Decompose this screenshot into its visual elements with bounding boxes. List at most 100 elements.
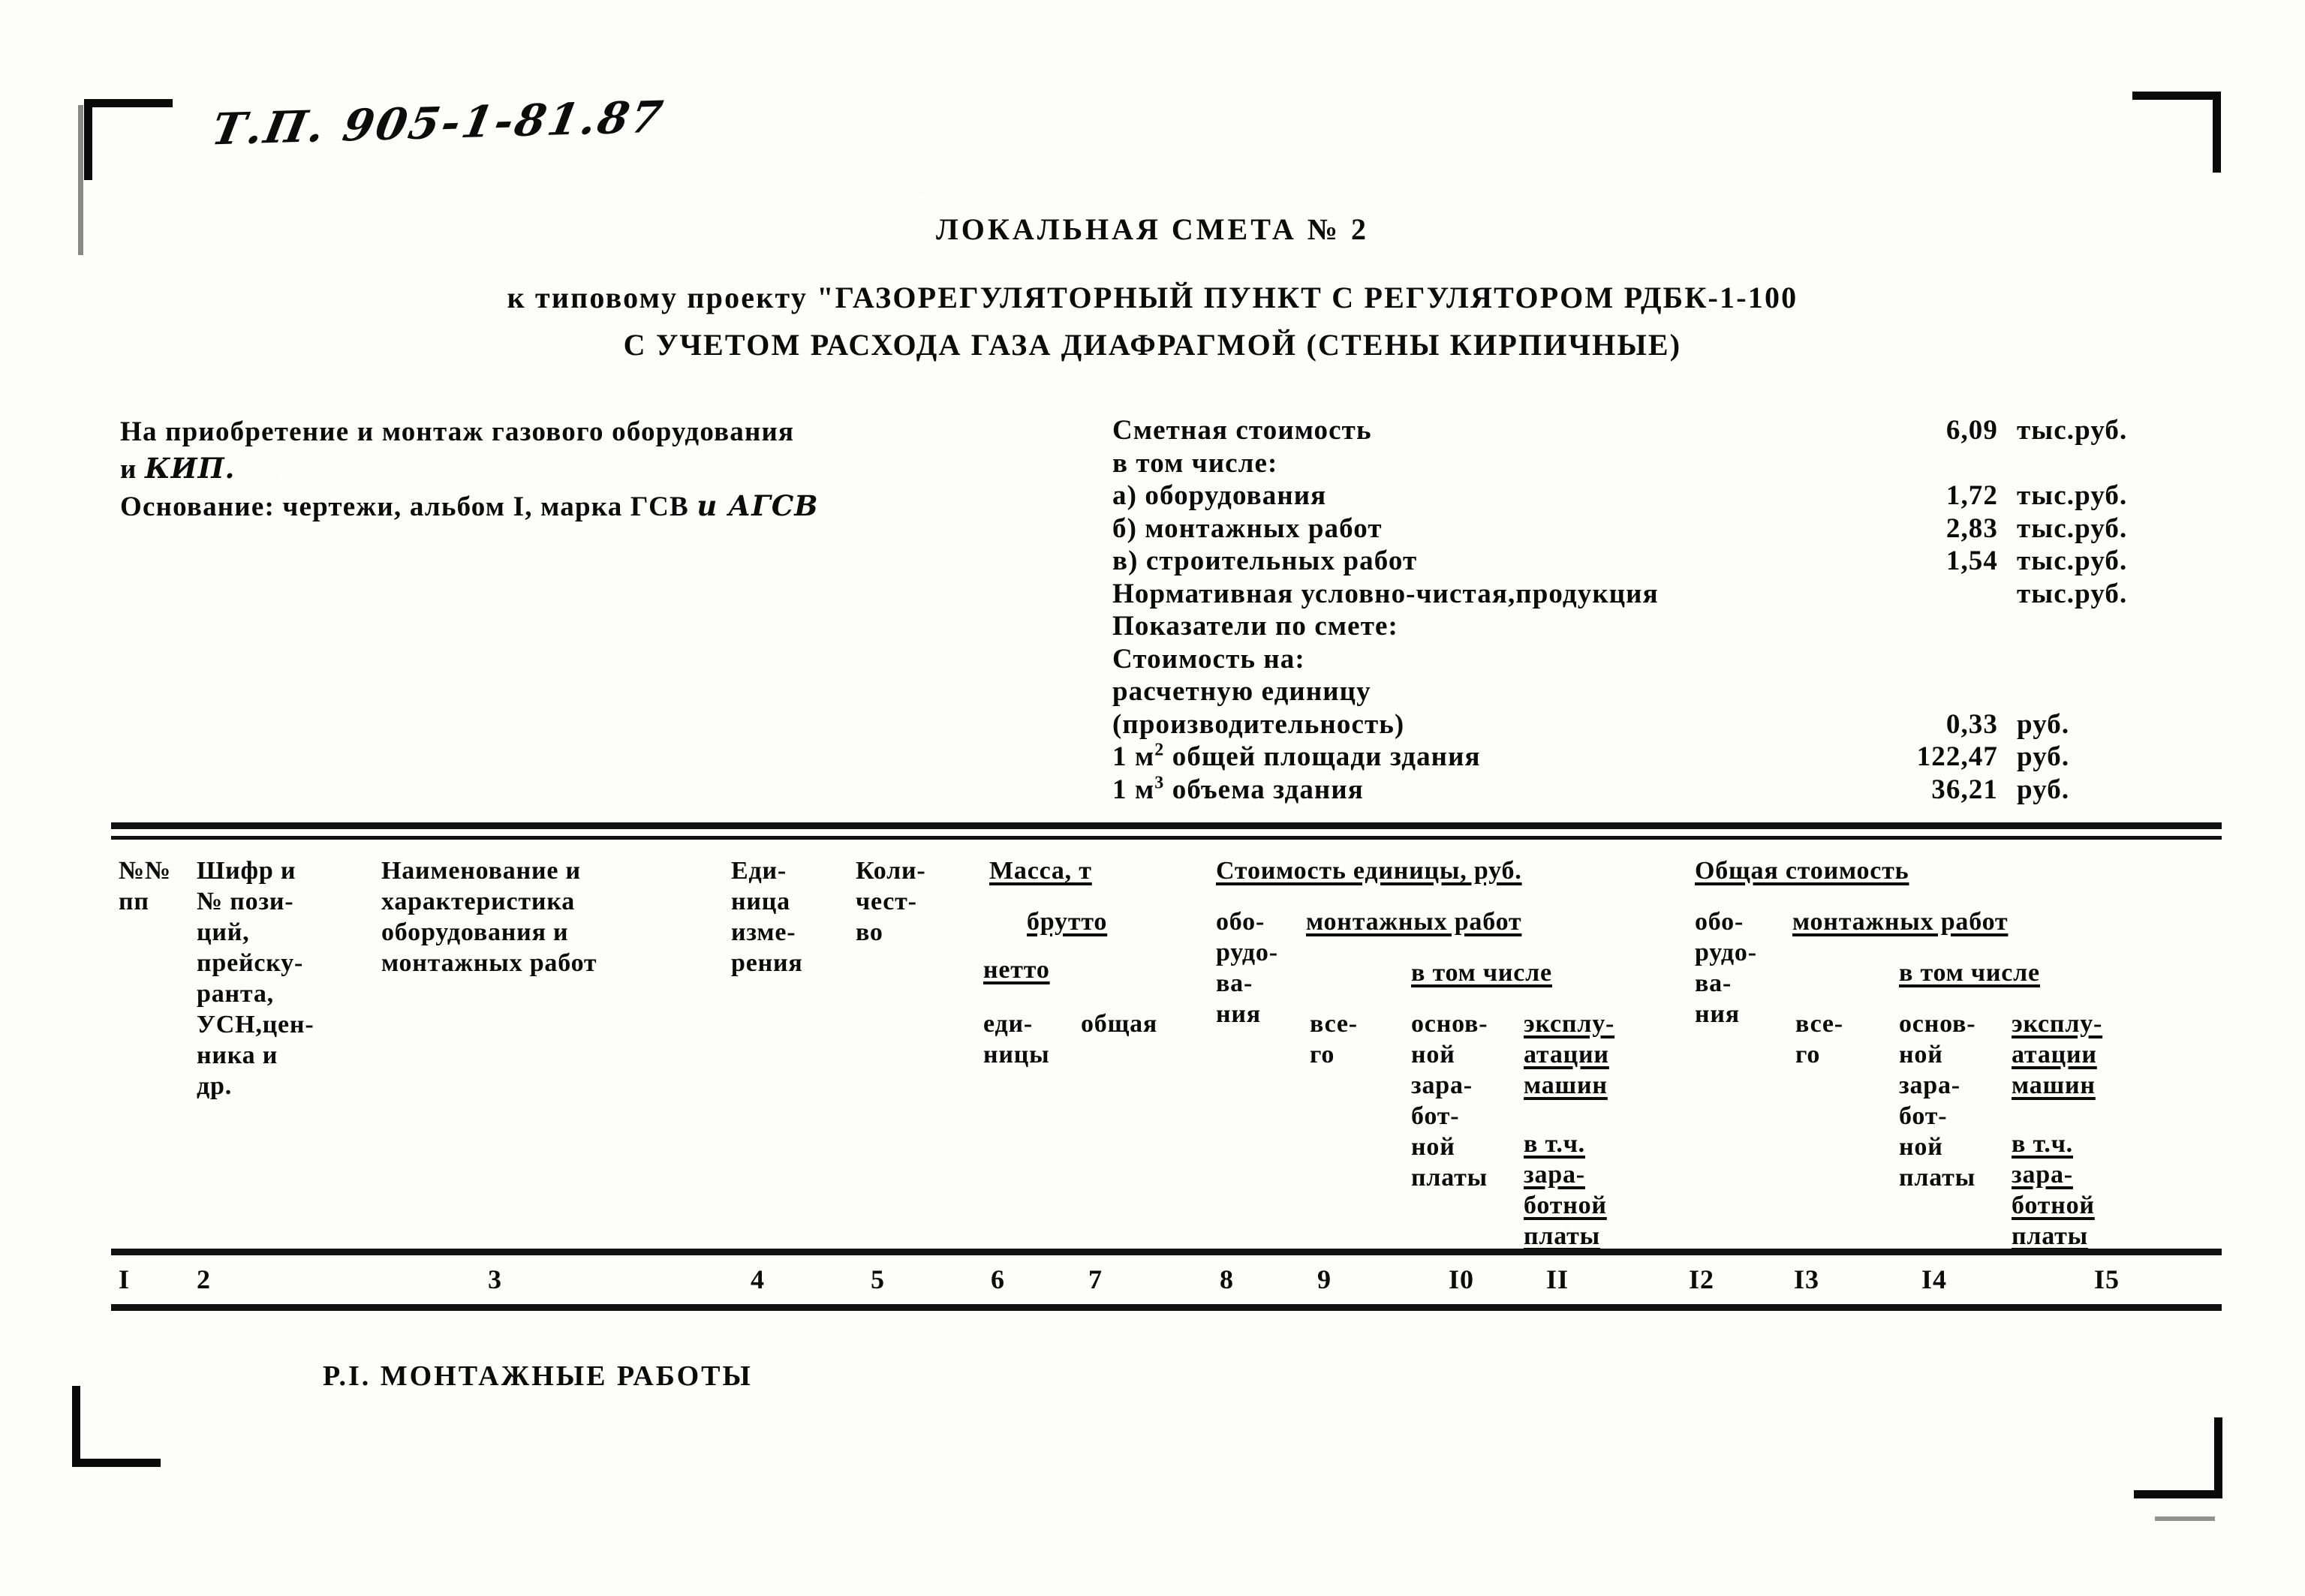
summary-row-unit: руб.: [2017, 774, 2070, 805]
summary-row-value: 36,21: [1931, 774, 1998, 805]
purpose-line-2-insert: КИП.: [144, 452, 236, 485]
th-description: Наименование и характеристика оборудован…: [381, 857, 597, 977]
th-unit-cost-including-group: в том числе: [1411, 959, 1552, 987]
table-header-row: №№ пп Шифр и № пози- ций, прейску- ранта…: [0, 842, 2305, 1250]
th-total-cost-including-group: в том числе: [1899, 959, 2040, 987]
document-title-block: ЛОКАЛЬНАЯ СМЕТА № 2 к типовому проекту "…: [0, 212, 2305, 362]
column-number: 4: [751, 1264, 765, 1294]
purpose-line-2-prefix: и: [120, 454, 145, 485]
summary-row-unit: тыс.руб.: [2017, 415, 2128, 446]
column-number: 2: [197, 1264, 211, 1294]
summary-row-label: а) оборудования: [1112, 480, 1327, 511]
purpose-line-2: и КИП.: [120, 450, 819, 488]
summary-row: Нормативная условно-чистая,продукция тыс.…: [1112, 578, 2223, 611]
th-total-cost-install-group: монтажных работ: [1792, 908, 2009, 936]
summary-row-label: расчетную единицу: [1112, 676, 1371, 707]
column-number: 7: [1088, 1264, 1103, 1294]
purpose-line-1: На приобретение и монтаж газового оборуд…: [120, 416, 795, 447]
column-number: II: [1546, 1264, 1569, 1294]
table-top-rule-inner: [111, 836, 2222, 840]
summary-row-value: 2,83: [1945, 512, 1998, 544]
column-number: 8: [1220, 1264, 1234, 1294]
summary-row-label: Показатели по смете:: [1112, 611, 1398, 642]
column-number: I5: [2094, 1264, 2120, 1294]
table-header-bottom-rule: [111, 1249, 2222, 1255]
column-number: I4: [1921, 1264, 1948, 1294]
th-total-cost-group: Общая стоимость: [1695, 857, 1909, 885]
page-title: ЛОКАЛЬНАЯ СМЕТА № 2: [935, 212, 1370, 246]
summary-row-value: 1,72: [1945, 480, 1998, 511]
th-number: №№ пп: [119, 857, 171, 915]
th-unit-cost-equipment: обо- рудо- ва- ния: [1216, 908, 1278, 1028]
column-number: 6: [991, 1264, 1005, 1294]
column-number: 9: [1317, 1264, 1332, 1294]
th-mass-per-unit: еди- ницы: [983, 1010, 1050, 1069]
th-quantity: Коли- чест- во: [856, 857, 926, 946]
purpose-block: На приобретение и монтаж газового оборуд…: [120, 414, 819, 525]
th-total-cost-machine-wage: в т.ч. зара- ботной платы: [2012, 1130, 2095, 1250]
th-unit-cost-group: Стоимость единицы, руб.: [1216, 857, 1522, 885]
document-subtitle-1: к типовому проекту "ГАЗОРЕГУЛЯТОРНЫЙ ПУН…: [507, 281, 1798, 314]
summary-row-unit: тыс.руб.: [2017, 512, 2128, 544]
basis-line: Основание: чертежи, альбом I, марка ГСВ …: [120, 488, 819, 525]
summary-row-unit: руб.: [2017, 741, 2070, 772]
summary-row: б) монтажных работ 2,83 тыс.руб.: [1112, 512, 2223, 546]
section-heading: Р.I. МОНТАЖНЫЕ РАБОТЫ: [323, 1360, 753, 1392]
column-number: I0: [1449, 1264, 1475, 1294]
th-total-cost-install-total: все- го: [1795, 1010, 1843, 1069]
summary-row: Стоимость на:: [1112, 643, 2223, 676]
column-number: 3: [488, 1264, 502, 1294]
summary-row: Сметная стоимость 6,09 тыс.руб.: [1112, 414, 2223, 447]
summary-row-unit: тыс.руб.: [2017, 546, 2128, 576]
summary-row: расчетную единицу: [1112, 675, 2223, 708]
summary-row-label: в) строительных работ: [1112, 546, 1418, 576]
summary-row-label: 1 м2 общей площади здания: [1112, 740, 1481, 772]
summary-row: в том числе:: [1112, 447, 2223, 480]
column-number: I2: [1689, 1264, 1715, 1294]
th-unit-cost-install-total: все- го: [1310, 1010, 1358, 1069]
summary-row: а) оборудования 1,72 тыс.руб.: [1112, 479, 2223, 512]
th-unit-cost-basic-wage: основ- ной зара- бот- ной платы: [1411, 1010, 1488, 1192]
th-total-cost-equipment: обо- рудо- ва- ния: [1695, 908, 1757, 1028]
th-unit: Еди- ница изме- рения: [731, 857, 803, 977]
th-unit-cost-machine-wage: в т.ч. зара- ботной платы: [1524, 1130, 1607, 1250]
scanned-document-page: Т.П. 905-1-81.87 ЛОКАЛЬНАЯ СМЕТА № 2 к т…: [0, 0, 2305, 1596]
summary-row-label: Стоимость на:: [1112, 643, 1305, 675]
summary-row: 1 м3 объема здания 36,21 руб.: [1112, 774, 2223, 807]
summary-row-unit: тыс.руб.: [2017, 578, 2128, 609]
th-unit-cost-machine-op: эксплу- атации машин: [1524, 1010, 1615, 1099]
handwritten-project-code: Т.П. 905-1-81.87: [208, 91, 669, 155]
th-total-cost-machine-op: эксплу- атации машин: [2012, 1010, 2103, 1099]
th-unit-cost-install-group: монтажных работ: [1306, 908, 1522, 936]
summary-row-unit: тыс.руб.: [2017, 480, 2128, 511]
summary-row-label: в том числе:: [1112, 447, 1278, 479]
summary-row-value: 6,09: [1945, 415, 1998, 446]
summary-row-label: Нормативная условно-чистая,продукция: [1112, 578, 1659, 609]
scan-smudge-bottom-right: [2155, 1516, 2215, 1521]
summary-row: (производительность) 0,33 руб.: [1112, 708, 2223, 741]
th-mass-brutto: брутто: [1027, 908, 1108, 936]
summary-row: в) строительных работ 1,54 тыс.руб.: [1112, 545, 2223, 578]
summary-row-label: Сметная стоимость: [1112, 415, 1372, 446]
column-number: I: [119, 1264, 131, 1294]
th-mass-netto: нетто: [983, 956, 1050, 984]
summary-row-label: 1 м3 объема здания: [1112, 773, 1364, 805]
column-number: 5: [871, 1264, 885, 1294]
summary-row: 1 м2 общей площади здания 122,47 руб.: [1112, 741, 2223, 774]
table-colnum-bottom-rule: [111, 1304, 2222, 1311]
summary-row-value: 122,47: [1916, 741, 1998, 772]
column-number: I3: [1794, 1264, 1820, 1294]
summary-row: Показатели по смете:: [1112, 610, 2223, 643]
th-code: Шифр и № пози- ций, прейску- ранта, УСН,…: [197, 857, 314, 1100]
basis-prefix: Основание: чертежи, альбом I, марка ГСВ: [120, 491, 697, 522]
document-subtitle-2: С УЧЕТОМ РАСХОДА ГАЗА ДИАФРАГМОЙ (СТЕНЫ …: [623, 328, 1682, 362]
summary-row-unit: руб.: [2017, 708, 2070, 740]
cost-summary-block: Сметная стоимость 6,09 тыс.руб. в том числе…: [1112, 414, 2223, 806]
summary-row-label: б) монтажных работ: [1112, 512, 1383, 544]
summary-row-value: 1,54: [1945, 546, 1998, 576]
basis-insert: и АГСВ: [697, 489, 819, 522]
th-mass-total: общая: [1081, 1010, 1158, 1038]
th-mass-group: Масса, т: [989, 857, 1092, 885]
table-column-number-row: I 2 3 4 5 6 7 8 9 I0 II I2 I3 I4 I5: [0, 1258, 2305, 1300]
summary-row-value: 0,33: [1945, 708, 1998, 740]
